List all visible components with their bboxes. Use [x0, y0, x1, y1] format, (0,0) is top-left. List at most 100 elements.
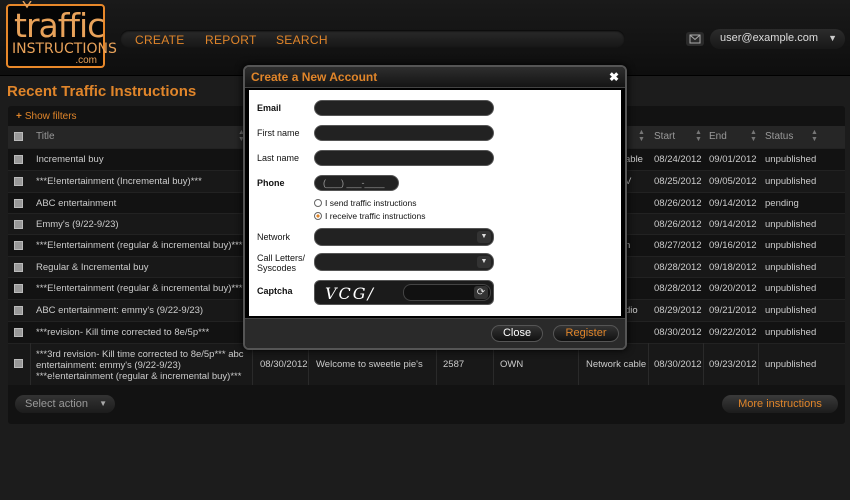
email-label: Email [257, 103, 282, 113]
nav-search[interactable]: SEARCH [276, 33, 328, 47]
user-menu[interactable]: user@example.com ▼ [710, 29, 845, 49]
show-filters-label: Show filters [24, 111, 77, 122]
logo-text-sub: INSTRUCTIONS [12, 41, 117, 57]
modal-title: Create a New Account [251, 70, 378, 84]
chevron-down-icon: ▼ [828, 33, 837, 43]
row-title: ABC entertainment [36, 198, 117, 209]
radio-send-label: I send traffic instructions [325, 198, 417, 208]
nav-create[interactable]: CREATE [135, 33, 185, 47]
row-status: unpublished [765, 176, 817, 187]
row-end: 09/14/2012 [709, 198, 757, 209]
radio-receive-label: I receive traffic instructions [325, 211, 426, 221]
row-end: 09/23/2012 [709, 359, 757, 370]
chevron-down-icon: ▼ [99, 399, 107, 408]
row-status: unpublished [765, 283, 817, 294]
logo-text-main: traffic [14, 6, 105, 45]
row-status: pending [765, 198, 799, 209]
row-title: ***3rd revision- Kill time corrected to … [36, 349, 244, 382]
sort-icon[interactable]: ▲ ▼ [638, 129, 645, 143]
first-name-field[interactable] [314, 125, 494, 141]
phone-label: Phone [257, 178, 285, 188]
row-date: 08/30/2012 [260, 359, 308, 370]
refresh-icon[interactable]: ⟳ [474, 286, 488, 299]
radio-send[interactable] [314, 199, 322, 207]
sort-icon[interactable]: ▲ ▼ [750, 129, 757, 143]
row-start: 08/29/2012 [654, 305, 702, 316]
row-start: 08/30/2012 [654, 327, 702, 338]
row-start: 08/26/2012 [654, 198, 702, 209]
modal-title-bar: Create a New Account ✖ [245, 67, 625, 88]
first-name-label: First name [257, 128, 300, 138]
call-letters-select[interactable]: ▼ [314, 253, 494, 271]
column-header-start[interactable]: Start [654, 131, 675, 142]
row-title: Emmy's (9/22-9/23) [36, 219, 119, 230]
row-checkbox[interactable] [14, 306, 23, 315]
row-checkbox[interactable] [14, 220, 23, 229]
show-filters-link[interactable]: + Show filters [16, 111, 77, 122]
row-start: 08/26/2012 [654, 219, 702, 230]
column-divider [703, 343, 704, 385]
create-account-modal: Create a New Account ✖ Email First name … [243, 65, 627, 350]
row-start: 08/24/2012 [654, 154, 702, 165]
captcha-image: VCG/ [325, 284, 375, 303]
row-end: 09/01/2012 [709, 154, 757, 165]
row-status: unpublished [765, 154, 817, 165]
captcha-input[interactable]: ⟳ [403, 284, 491, 301]
row-title: ***E!entertainment (regular & incrementa… [36, 283, 243, 294]
row-checkbox[interactable] [14, 241, 23, 250]
column-header-end[interactable]: End [709, 131, 727, 142]
row-status: unpublished [765, 305, 817, 316]
row-checkbox[interactable] [14, 328, 23, 337]
row-checkbox[interactable] [14, 284, 23, 293]
select-action-label: Select action [25, 398, 88, 410]
network-label: Network [257, 232, 291, 242]
select-all-checkbox[interactable] [14, 132, 23, 141]
row-end: 09/16/2012 [709, 240, 757, 251]
network-select[interactable]: ▼ [314, 228, 494, 246]
sort-icon[interactable]: ▲ ▼ [695, 129, 702, 143]
plus-icon: + [16, 111, 22, 122]
row-network: able [625, 154, 643, 165]
last-name-field[interactable] [314, 150, 494, 166]
sort-icon[interactable]: ▲ ▼ [811, 129, 818, 143]
row-checkbox[interactable] [14, 263, 23, 272]
row-code: 2587 [443, 359, 465, 370]
nav-report[interactable]: REPORT [205, 33, 257, 47]
row-network: Network cable [586, 359, 647, 370]
row-checkbox[interactable] [14, 199, 23, 208]
register-button[interactable]: Register [553, 325, 619, 342]
email-field[interactable] [314, 100, 494, 116]
row-title: Regular & Incremental buy [36, 262, 149, 273]
row-start: 08/28/2012 [654, 262, 702, 273]
row-end: 09/20/2012 [709, 283, 757, 294]
close-icon[interactable]: ✖ [609, 70, 619, 84]
row-start: 08/28/2012 [654, 283, 702, 294]
logo[interactable]: traffic INSTRUCTIONS .com [6, 1, 117, 68]
user-email: user@example.com [720, 32, 818, 44]
main-nav: CREATE REPORT SEARCH [120, 30, 625, 48]
row-status: unpublished [765, 359, 817, 370]
row-checkbox[interactable] [14, 177, 23, 186]
column-header-title[interactable]: Title [36, 131, 55, 142]
row-checkbox[interactable] [14, 155, 23, 164]
row-start: 08/27/2012 [654, 240, 702, 251]
column-header-status[interactable]: Status [765, 131, 793, 142]
row-start: 08/25/2012 [654, 176, 702, 187]
call-letters-label: Call Letters/ Syscodes [257, 253, 306, 273]
row-title: ***revision- Kill time corrected to 8e/5… [36, 327, 210, 338]
row-end: 09/22/2012 [709, 327, 757, 338]
captcha-box: VCG/ ⟳ [314, 280, 494, 305]
select-action-dropdown[interactable]: Select action ▼ [15, 395, 115, 413]
mail-icon[interactable] [686, 32, 704, 46]
more-instructions-button[interactable]: More instructions [722, 395, 838, 413]
row-title: ABC entertainment: emmy's (9/22-9/23) [36, 305, 204, 316]
row-status: unpublished [765, 240, 817, 251]
row-channel: OWN [500, 359, 524, 370]
radio-receive[interactable] [314, 212, 322, 220]
close-button[interactable]: Close [491, 325, 543, 342]
last-name-label: Last name [257, 153, 300, 163]
row-end: 09/21/2012 [709, 305, 757, 316]
phone-field[interactable]: (___) ___-____ [314, 175, 399, 191]
row-checkbox[interactable] [14, 359, 23, 368]
row-title: ***E!entertainment (regular & incrementa… [36, 240, 243, 251]
